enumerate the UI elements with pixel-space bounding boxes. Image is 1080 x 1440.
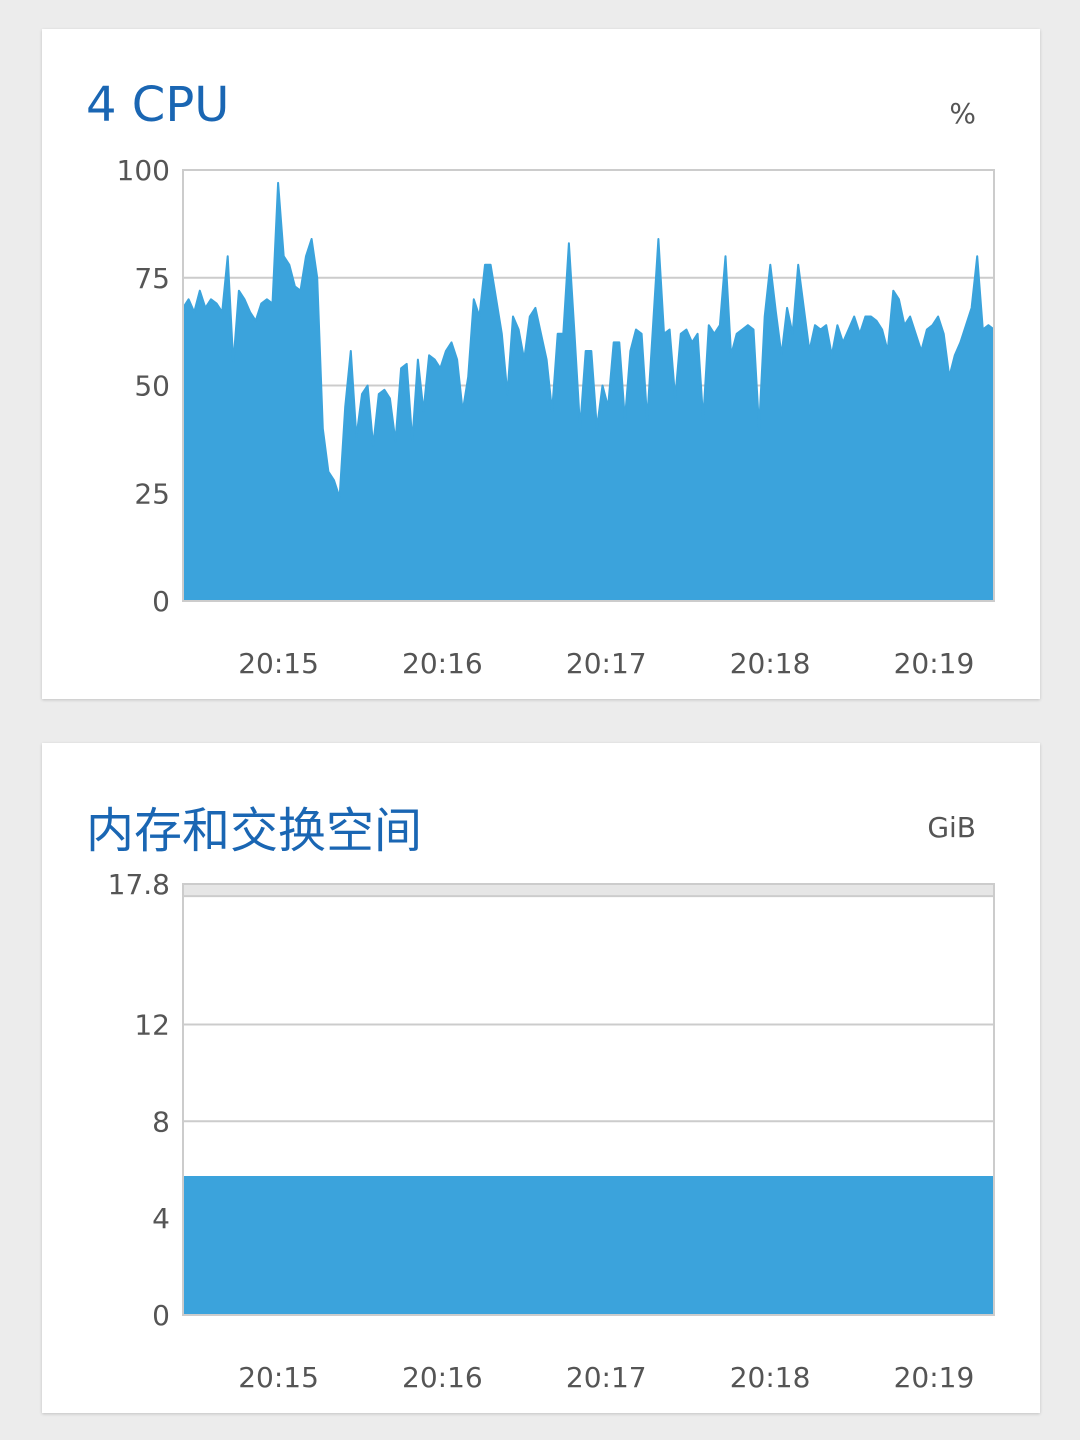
x-tick-label: 20:19	[894, 1361, 975, 1394]
y-tick-label: 17.8	[108, 868, 170, 901]
y-tick-label: 25	[134, 477, 170, 510]
usage-area	[182, 1176, 995, 1316]
x-tick-label: 20:16	[402, 647, 483, 680]
usage-area	[182, 181, 995, 602]
x-tick-label: 20:19	[894, 647, 975, 680]
x-tick-label: 20:18	[730, 647, 811, 680]
y-tick-label: 75	[134, 262, 170, 295]
cpu-usage-chart: 100 75 50 25 0 20:15 20:16 20:17 20:18 20:19	[117, 154, 995, 680]
x-tick-label: 20:17	[566, 647, 647, 680]
memory-usage-chart: 17.8 12 8 4 0 20:15 20:16 20:17 20:18 20:19	[108, 868, 995, 1394]
x-tick-label: 20:18	[730, 1361, 811, 1394]
x-tick-label: 20:17	[566, 1361, 647, 1394]
y-tick-label: 100	[117, 154, 170, 187]
y-tick-label: 0	[152, 1299, 170, 1332]
cpu-card: 4 CPU % 100 75 50 25 0 20:15 20:16 20:17 20:18 20…	[42, 29, 1040, 699]
x-tick-label: 20:15	[238, 1361, 319, 1394]
memory-card: 内存和交换空间 GiB 17.8 12 8 4 0 20:15 20:16 20:17 20:1…	[42, 743, 1040, 1413]
x-tick-label: 20:16	[402, 1361, 483, 1394]
y-tick-label: 8	[152, 1105, 170, 1138]
capacity-band	[183, 884, 994, 897]
y-tick-label: 0	[152, 585, 170, 618]
y-tick-label: 4	[152, 1202, 170, 1235]
x-tick-label: 20:15	[238, 647, 319, 680]
y-tick-label: 50	[134, 370, 170, 403]
y-tick-label: 12	[134, 1008, 170, 1041]
